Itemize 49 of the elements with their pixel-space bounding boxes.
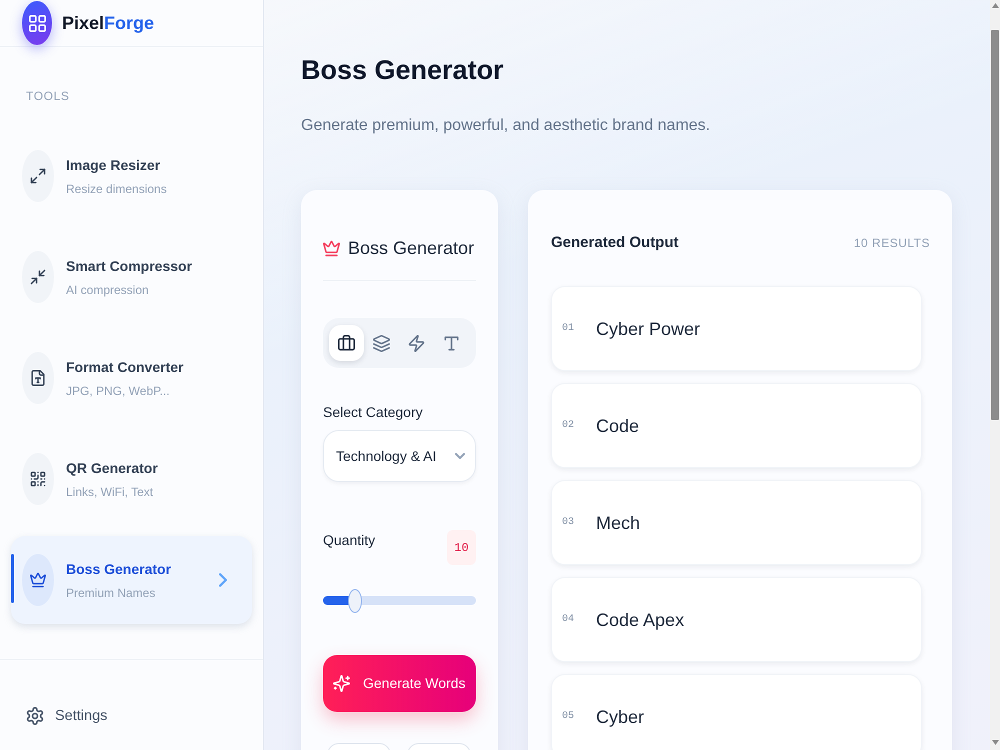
section-heading: TOOLS: [26, 88, 70, 104]
result-number: 01: [562, 322, 576, 334]
result-name: Mech: [596, 512, 640, 534]
category-select[interactable]: Technology & AI: [323, 430, 476, 482]
sidebar-item[interactable]: Smart Compressor AI compression: [11, 233, 252, 321]
briefcase-icon: [338, 334, 355, 352]
result-number: 04: [562, 614, 576, 626]
result-number: 05: [562, 710, 576, 722]
text-icon: [443, 334, 460, 352]
crown-icon: [323, 240, 340, 256]
quantity-slider[interactable]: [323, 589, 476, 613]
sparkle-icon: [333, 675, 350, 692]
chevron-right-icon: [219, 573, 227, 587]
sidebar-item[interactable]: QR Generator Links, WiFi, Text: [11, 435, 252, 523]
page-title: Boss Generator: [301, 54, 505, 87]
slider-thumb[interactable]: [348, 589, 362, 613]
layers-icon: [373, 334, 390, 352]
scrollbar[interactable]: [990, 0, 1000, 750]
resize-arrows-icon: [22, 150, 54, 202]
scroll-up-icon[interactable]: [992, 3, 998, 8]
result-name: Code: [596, 414, 640, 438]
file-icon: [22, 352, 54, 404]
qr-code-icon: [22, 453, 54, 505]
scrollbar-thumb[interactable]: [991, 30, 999, 420]
settings-icon: [26, 706, 44, 726]
brand-name: PixelForge: [62, 12, 154, 34]
mode-tab[interactable]: [329, 325, 364, 361]
page-subtitle: Generate premium, powerful, and aesthetic brand names.: [301, 116, 712, 136]
sidebar-item[interactable]: Format Converter JPG, PNG, WebP...: [11, 334, 252, 422]
settings-link[interactable]: Settings: [26, 706, 108, 726]
panel-title: Generated Output: [551, 233, 679, 253]
result-name: Cyber Power: [596, 318, 700, 340]
field-label: Quantity: [323, 531, 376, 550]
chevron-down-icon: [455, 453, 465, 459]
compress-arrows-icon: [22, 251, 54, 303]
panel-title: Boss Generator: [348, 237, 474, 260]
sidebar-item[interactable]: Boss Generator Premium Names: [11, 536, 252, 624]
sidebar-item[interactable]: Image Resizer Resize dimensions: [11, 132, 252, 220]
result-count: 10 RESULTS: [854, 235, 930, 251]
field-label: Select Category: [323, 403, 424, 422]
result-number: 03: [562, 516, 576, 528]
scroll-down-icon[interactable]: [992, 740, 998, 745]
quantity-value: 10: [447, 530, 476, 565]
crown-icon: [22, 554, 54, 606]
lightning-icon: [408, 334, 425, 352]
result-name: Code Apex: [596, 608, 684, 632]
result-number: 02: [562, 420, 576, 432]
result-name: Cyber: [596, 706, 644, 728]
generate-button[interactable]: Generate Words: [323, 655, 476, 712]
